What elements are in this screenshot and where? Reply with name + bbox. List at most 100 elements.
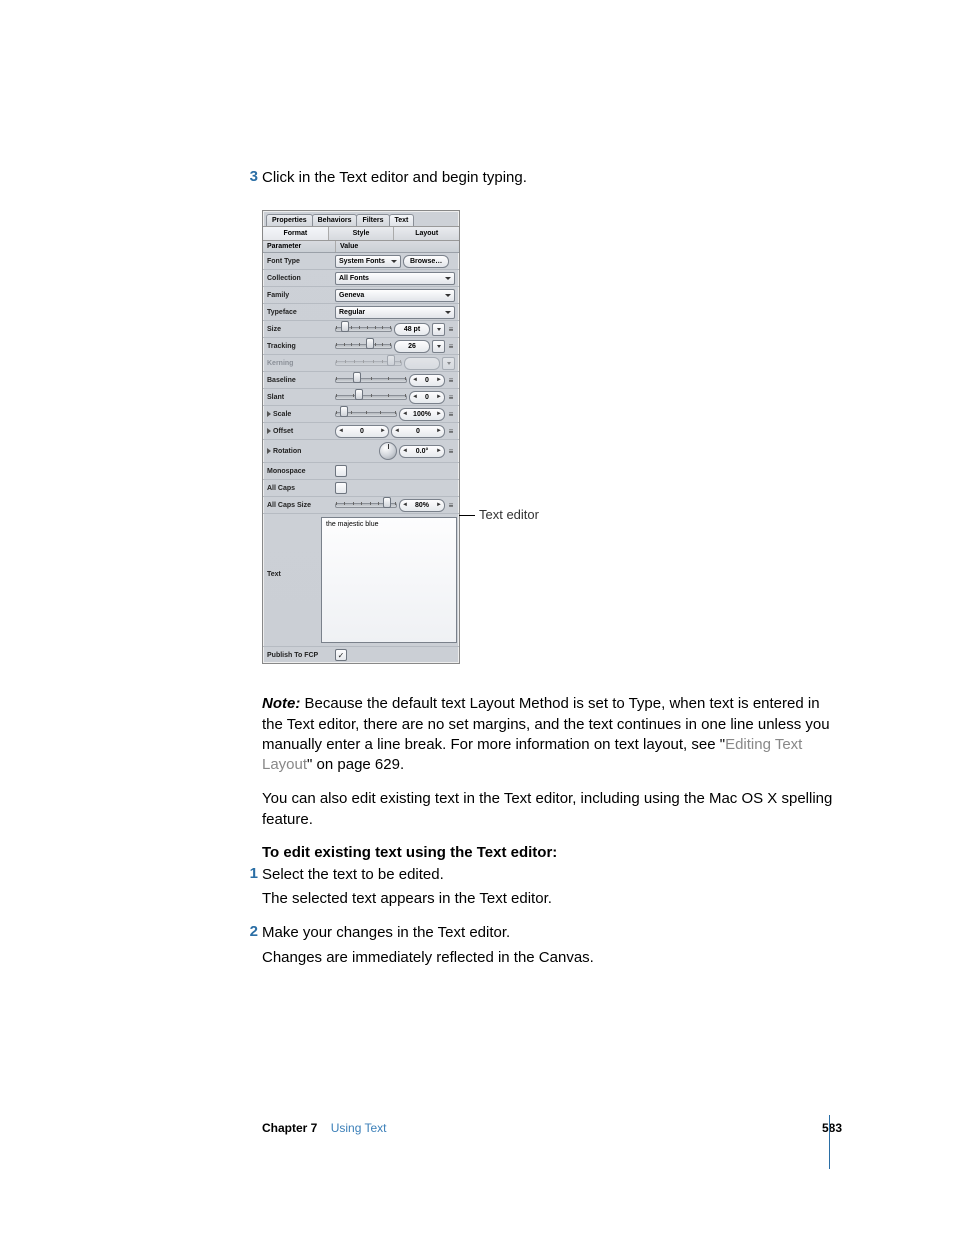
size-unit-dropdown[interactable] [432, 323, 445, 336]
step-1: 1 Select the text to be edited. [262, 865, 844, 885]
animation-menu-icon[interactable]: ≡ [447, 410, 455, 419]
label-all-caps-size: All Caps Size [263, 502, 335, 509]
inspector-screenshot: Properties Behaviors Filters Text Format… [262, 210, 844, 664]
page-footer: Chapter 7 Using Text 583 [0, 1121, 954, 1135]
all-caps-checkbox[interactable] [335, 482, 347, 494]
label-kerning: Kerning [263, 360, 335, 367]
note-paragraph: Note: Because the default text Layout Me… [262, 694, 844, 775]
publish-checkbox[interactable]: ✓ [335, 649, 347, 661]
animation-menu-icon[interactable]: ≡ [447, 393, 455, 402]
collection-value: All Fonts [339, 275, 369, 282]
dropdown-icon [445, 277, 451, 280]
step-text: Click in the Text editor and begin typin… [262, 168, 527, 188]
step-text: Make your changes in the Text editor. [262, 923, 510, 943]
animation-menu-icon[interactable]: ≡ [447, 427, 455, 436]
header-parameter: Parameter [263, 241, 336, 252]
animation-menu-icon[interactable]: ≡ [447, 325, 455, 334]
row-all-caps: All Caps [263, 480, 459, 497]
step-number: 2 [238, 923, 258, 943]
rotation-value[interactable]: ◄0.0°► [399, 445, 445, 458]
note-body-b: " on page 629. [307, 756, 404, 773]
scale-value[interactable]: ◄100%► [399, 408, 445, 421]
subtab-format[interactable]: Format [263, 227, 329, 240]
label-publish: Publish To FCP [263, 652, 335, 659]
tracking-unit-dropdown[interactable] [432, 340, 445, 353]
typeface-value: Regular [339, 309, 365, 316]
size-slider[interactable] [335, 324, 392, 335]
label-rotation: Rotation [263, 448, 335, 455]
tracking-slider[interactable] [335, 341, 392, 352]
text-inspector-panel: Properties Behaviors Filters Text Format… [262, 210, 460, 664]
row-monospace: Monospace [263, 463, 459, 480]
monospace-checkbox[interactable] [335, 465, 347, 477]
animation-menu-icon[interactable]: ≡ [447, 376, 455, 385]
tab-filters[interactable]: Filters [356, 214, 389, 226]
rotation-dial[interactable] [379, 442, 397, 460]
row-font-type: Font Type System Fonts Browse… [263, 253, 459, 270]
step-number: 1 [238, 865, 258, 885]
slant-value[interactable]: ◄0► [409, 391, 445, 404]
dropdown-icon [447, 362, 451, 365]
slant-slider[interactable] [335, 392, 407, 403]
row-kerning: Kerning [263, 355, 459, 372]
tab-behaviors[interactable]: Behaviors [312, 214, 358, 226]
disclosure-icon[interactable] [267, 411, 271, 417]
dropdown-icon [445, 311, 451, 314]
subtab-layout[interactable]: Layout [394, 227, 459, 240]
row-publish: Publish To FCP ✓ [263, 647, 459, 663]
label-baseline: Baseline [263, 377, 335, 384]
label-tracking: Tracking [263, 343, 335, 350]
disclosure-icon[interactable] [267, 448, 271, 454]
kerning-slider [335, 358, 402, 369]
tracking-value[interactable]: 26 [394, 340, 430, 353]
row-baseline: Baseline ◄0► ≡ [263, 372, 459, 389]
family-select[interactable]: Geneva [335, 289, 455, 302]
row-size: Size 48 pt ≡ [263, 321, 459, 338]
font-type-select[interactable]: System Fonts [335, 255, 401, 268]
row-collection: Collection All Fonts [263, 270, 459, 287]
tab-properties[interactable]: Properties [266, 214, 313, 226]
chapter-title: Using Text [331, 1121, 387, 1135]
baseline-slider[interactable] [335, 375, 407, 386]
heading-edit-existing: To edit existing text using the Text edi… [262, 844, 844, 861]
tab-text[interactable]: Text [389, 214, 415, 226]
label-scale: Scale [263, 411, 335, 418]
animation-menu-icon[interactable]: ≡ [447, 501, 455, 510]
label-monospace: Monospace [263, 468, 335, 475]
disclosure-icon[interactable] [267, 428, 271, 434]
row-offset: Offset ◄0► ◄0► ≡ [263, 423, 459, 440]
row-all-caps-size: All Caps Size ◄80%► ≡ [263, 497, 459, 514]
row-scale: Scale ◄100%► ≡ [263, 406, 459, 423]
row-family: Family Geneva [263, 287, 459, 304]
text-editor-field[interactable]: the majestic blue [321, 517, 457, 643]
step-1-result: The selected text appears in the Text ed… [262, 889, 844, 909]
family-value: Geneva [339, 292, 364, 299]
all-caps-size-value[interactable]: ◄80%► [399, 499, 445, 512]
main-tab-row: Properties Behaviors Filters Text [263, 211, 459, 226]
footer-rule [829, 1115, 830, 1169]
dropdown-icon [445, 294, 451, 297]
label-family: Family [263, 292, 335, 299]
row-text: Text the majestic blue [263, 514, 459, 647]
dropdown-icon [437, 345, 441, 348]
step-2-result: Changes are immediately reflected in the… [262, 948, 844, 968]
collection-select[interactable]: All Fonts [335, 272, 455, 285]
typeface-select[interactable]: Regular [335, 306, 455, 319]
label-slant: Slant [263, 394, 335, 401]
all-caps-size-slider[interactable] [335, 500, 397, 511]
subtab-style[interactable]: Style [329, 227, 395, 240]
scale-slider[interactable] [335, 409, 397, 420]
baseline-value[interactable]: ◄0► [409, 374, 445, 387]
offset-x-value[interactable]: ◄0► [335, 425, 389, 438]
dropdown-icon [391, 260, 397, 263]
row-rotation: Rotation ◄0.0°► ≡ [263, 440, 459, 463]
size-value[interactable]: 48 pt [394, 323, 430, 336]
browse-button[interactable]: Browse… [403, 255, 449, 268]
page-number: 583 [822, 1121, 842, 1135]
offset-y-value[interactable]: ◄0► [391, 425, 445, 438]
row-tracking: Tracking 26 ≡ [263, 338, 459, 355]
animation-menu-icon[interactable]: ≡ [447, 342, 455, 351]
animation-menu-icon[interactable]: ≡ [447, 447, 455, 456]
callout-leader [459, 515, 475, 516]
note-label: Note: [262, 695, 305, 712]
